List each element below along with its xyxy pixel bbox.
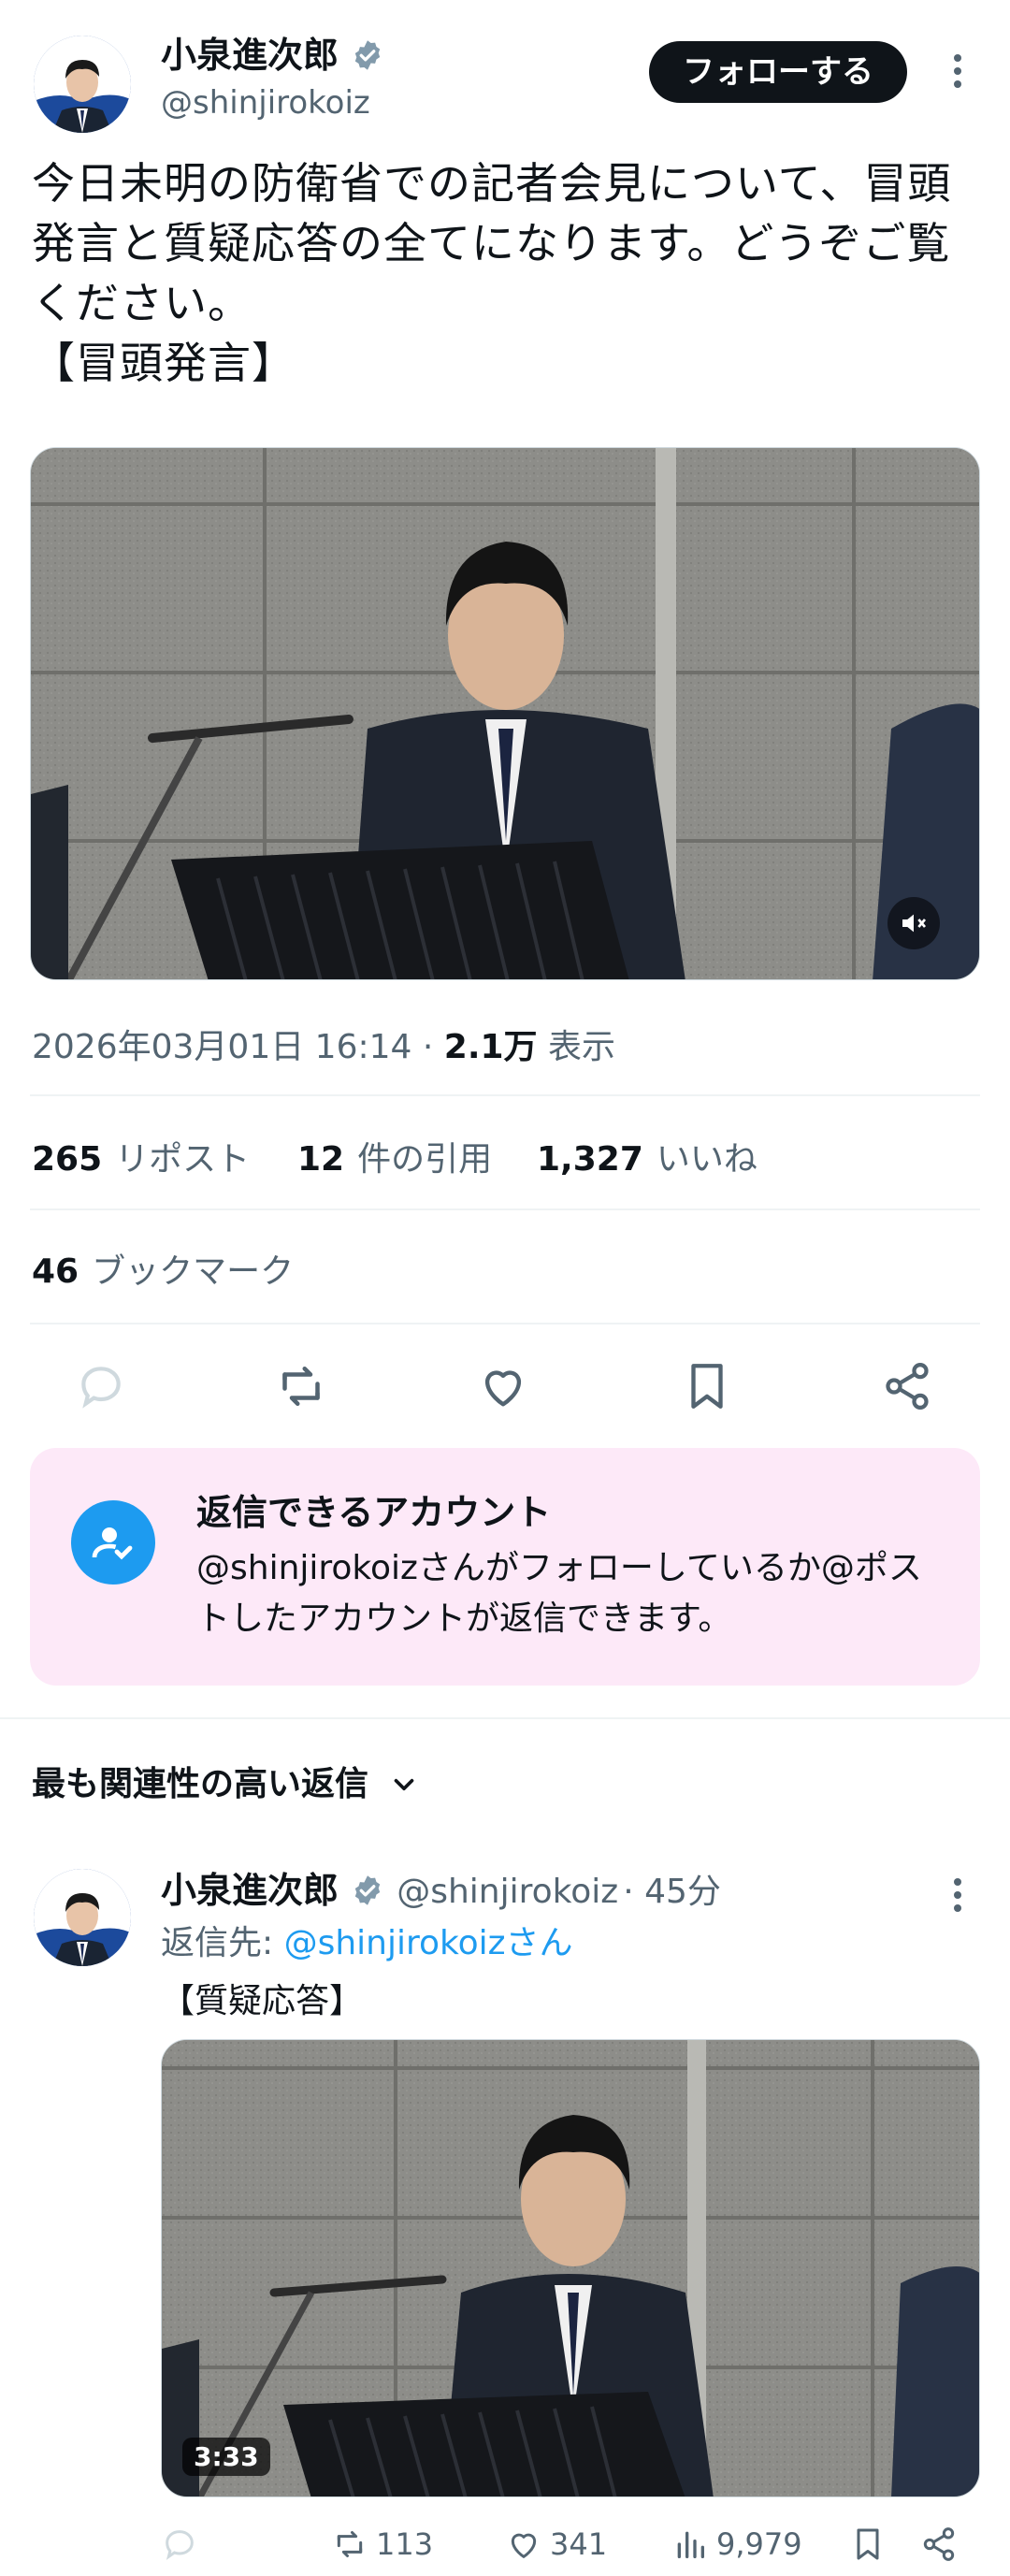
quotes-stat[interactable]: 12 件の引用: [297, 1132, 492, 1180]
author-handle[interactable]: @shinjirokoiz: [161, 82, 370, 123]
bookmarks-label: ブックマーク: [92, 1252, 295, 1291]
divider: [0, 1717, 1010, 1719]
reply-reposts-count: 113: [376, 2526, 434, 2562]
reply-display-name[interactable]: 小泉進次郎: [161, 1870, 339, 1911]
reply-video[interactable]: 3:33: [161, 2039, 980, 2497]
bookmarks-count: 46: [32, 1252, 79, 1291]
likes-count: 1,327: [537, 1140, 643, 1179]
replying-to: 返信先: @shinjirokoizさん: [161, 1916, 573, 1964]
reply-views-button[interactable]: 9,979: [671, 2525, 802, 2563]
views-count: 2.1万: [443, 1028, 538, 1066]
reply-likes-count: 341: [550, 2526, 608, 2562]
replies-sort-label: 最も関連性の高い返信: [32, 1765, 369, 1803]
share-icon[interactable]: [870, 1349, 945, 1424]
verified-badge-icon: [354, 40, 381, 70]
reply-repost-button[interactable]: 113: [331, 2525, 433, 2563]
bookmark-icon[interactable]: [670, 1349, 744, 1424]
post-timestamp[interactable]: 2026年03月01日 16:14: [32, 1028, 411, 1066]
reply-restriction-box: 返信できるアカウント @shinjirokoizさんがフォローしているか@ポスト…: [30, 1448, 980, 1686]
account-check-icon: [71, 1500, 155, 1585]
reply-bookmark-icon[interactable]: [849, 2525, 887, 2563]
replying-to-prefix: 返信先:: [161, 1924, 274, 1962]
more-options-icon[interactable]: [946, 49, 969, 94]
author-name-row[interactable]: 小泉進次郎: [161, 34, 384, 77]
reposts-count: 265: [32, 1140, 103, 1179]
reposts-stat[interactable]: 265 リポスト: [32, 1132, 250, 1180]
reply-icon[interactable]: [64, 1349, 138, 1424]
like-icon: [511, 2533, 537, 2558]
reply-like-button[interactable]: 341: [505, 2525, 607, 2563]
post-text: 今日未明の防衛省での記者会見について、冒頭発言と質疑応答の全てになります。どうぞ…: [32, 158, 952, 388]
reply-reply-icon[interactable]: [161, 2525, 198, 2563]
divider: [30, 1323, 980, 1324]
quotes-count: 12: [297, 1140, 345, 1179]
post-video[interactable]: [30, 447, 980, 980]
divider: [30, 1208, 980, 1210]
like-icon[interactable]: [466, 1349, 541, 1424]
likes-label: いいね: [656, 1140, 758, 1179]
video-duration: 3:33: [182, 2438, 270, 2476]
reply-handle[interactable]: @shinjirokoiz: [397, 1873, 618, 1911]
post-meta: 2026年03月01日 16:14 · 2.1万 表示: [32, 1028, 616, 1066]
replying-to-link[interactable]: @shinjirokoizさん: [284, 1924, 573, 1962]
reply-restriction-description: @shinjirokoizさんがフォローしているか@ポストしたアカウントが返信で…: [196, 1549, 922, 1638]
divider: [30, 1094, 980, 1096]
views-chart-icon: [677, 2531, 704, 2558]
replies-sort-dropdown[interactable]: 最も関連性の高い返信: [32, 1757, 420, 1805]
chevron-down-icon: [394, 1778, 413, 1791]
reply-more-options-icon[interactable]: [946, 1873, 969, 1918]
reply-views-count: 9,979: [716, 2526, 802, 2562]
bookmarks-stat[interactable]: 46 ブックマーク: [32, 1244, 294, 1293]
verified-badge-icon: [354, 1875, 381, 1905]
mute-icon[interactable]: [887, 897, 940, 949]
reply-restriction-title: 返信できるアカウント: [196, 1492, 552, 1533]
reply-header: 小泉進次郎 @shinjirokoiz · 45分: [161, 1870, 721, 1911]
follow-button[interactable]: フォローする: [649, 41, 907, 103]
author-avatar[interactable]: [34, 36, 131, 133]
reply-time[interactable]: 45分: [644, 1873, 721, 1911]
reply-author-avatar[interactable]: [34, 1869, 131, 1966]
author-display-name[interactable]: 小泉進次郎: [161, 35, 339, 76]
reply-share-icon[interactable]: [920, 2525, 958, 2563]
repost-icon[interactable]: [264, 1349, 339, 1424]
likes-stat[interactable]: 1,327 いいね: [537, 1132, 758, 1180]
reposts-label: リポスト: [115, 1140, 251, 1179]
quotes-label: 件の引用: [357, 1140, 493, 1179]
repost-icon: [337, 2531, 363, 2557]
reply-text: 【質疑応答】: [161, 1982, 364, 2020]
views-label: 表示: [548, 1028, 616, 1066]
